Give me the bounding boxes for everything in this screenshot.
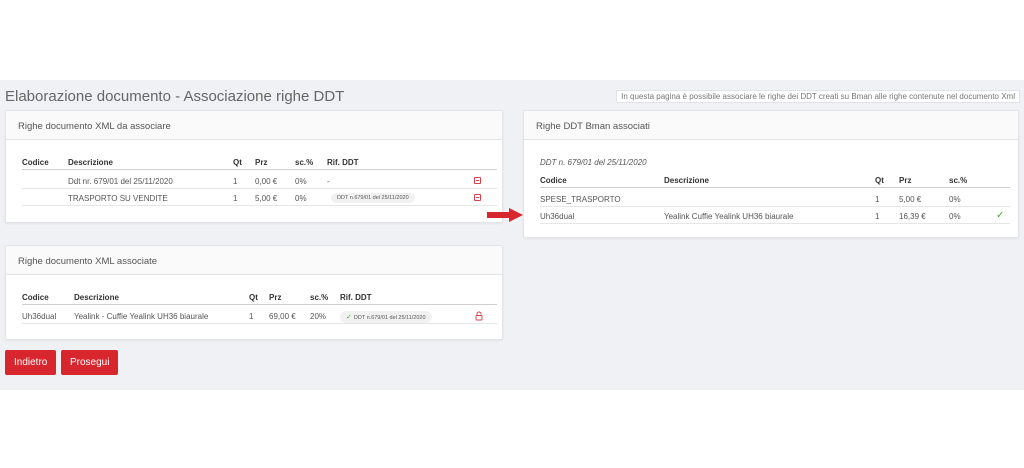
panel-ddt: Righe DDT Bman associati DDT n. 679/01 d… bbox=[523, 110, 1019, 238]
info-note: In questa pagina è possibile associare l… bbox=[616, 90, 1020, 103]
col-qt: Qt bbox=[249, 293, 258, 302]
cell-prz: 5,00 € bbox=[255, 194, 278, 203]
cell-sc: 0% bbox=[949, 195, 961, 204]
cell-codice: Uh36dual bbox=[540, 212, 575, 221]
cell-descrizione: Yealink Cuffie Yealink UH36 biaurale bbox=[664, 212, 794, 221]
table-row: Uh36dual Yealink - Cuffie Yealink UH36 b… bbox=[22, 309, 497, 324]
col-prz: Prz bbox=[269, 293, 282, 302]
cell-prz: 0,00 € bbox=[255, 177, 278, 186]
table-header: Codice Descrizione Qt Prz sc.% bbox=[540, 173, 1010, 188]
table-row[interactable]: Uh36dual Yealink Cuffie Yealink UH36 bia… bbox=[540, 209, 1010, 224]
unlink-icon[interactable] bbox=[474, 194, 481, 201]
table-to-associate: Codice Descrizione Qt Prz sc.% Rif. DDT … bbox=[22, 155, 497, 210]
ddt-ref-label: DDT n.679/01 del 25/11/2020 bbox=[353, 315, 426, 321]
col-descrizione: Descrizione bbox=[664, 176, 709, 185]
table-header: Codice Descrizione Qt Prz sc.% Rif. DDT bbox=[22, 290, 497, 305]
panel-to-associate: Righe documento XML da associare Codice … bbox=[5, 110, 503, 223]
cell-descrizione: TRASPORTO SU VENDITE bbox=[68, 194, 168, 203]
table-associated: Codice Descrizione Qt Prz sc.% Rif. DDT … bbox=[22, 290, 497, 330]
page-title: Elaborazione documento - Associazione ri… bbox=[5, 88, 345, 105]
cell-qt: 1 bbox=[875, 195, 880, 204]
col-sc: sc.% bbox=[295, 158, 314, 167]
cell-qt: 1 bbox=[249, 312, 254, 321]
cell-prz: 16,39 € bbox=[899, 212, 926, 221]
table-ddt: Codice Descrizione Qt Prz sc.% SPESE_TRA… bbox=[540, 173, 1010, 228]
cell-sc: 0% bbox=[949, 212, 961, 221]
panel-ddt-title: Righe DDT Bman associati bbox=[524, 111, 1018, 140]
col-sc: sc.% bbox=[949, 176, 968, 185]
association-arrow-icon bbox=[487, 208, 523, 222]
check-icon: ✓ bbox=[346, 314, 352, 321]
panel-to-associate-title: Righe documento XML da associare bbox=[6, 111, 502, 140]
col-codice: Codice bbox=[22, 158, 49, 167]
cell-qt: 1 bbox=[233, 177, 238, 186]
back-button[interactable]: Indietro bbox=[5, 350, 57, 375]
cell-qt: 1 bbox=[875, 212, 880, 221]
cell-prz: 69,00 € bbox=[269, 312, 296, 321]
col-qt: Qt bbox=[875, 176, 884, 185]
cell-qt: 1 bbox=[233, 194, 238, 203]
unlink-icon[interactable] bbox=[474, 177, 481, 184]
col-qt: Qt bbox=[233, 158, 242, 167]
cell-codice: SPESE_TRASPORTO bbox=[540, 195, 621, 204]
col-rif: Rif. DDT bbox=[327, 158, 359, 167]
col-sc: sc.% bbox=[310, 293, 329, 302]
col-rif: Rif. DDT bbox=[340, 293, 372, 302]
table-row[interactable]: SPESE_TRASPORTO 1 5,00 € 0% bbox=[540, 192, 1010, 207]
ddt-ref-badge: DDT n.679/01 del 25/11/2020 bbox=[331, 193, 415, 203]
col-prz: Prz bbox=[255, 158, 268, 167]
next-button[interactable]: Prosegui bbox=[61, 350, 119, 375]
table-row: TRASPORTO SU VENDITE 1 5,00 € 0% DDT n.6… bbox=[22, 191, 497, 206]
panel-associated: Righe documento XML associate Codice Des… bbox=[5, 245, 503, 340]
cell-rif: - bbox=[327, 177, 330, 186]
col-descrizione: Descrizione bbox=[74, 293, 119, 302]
col-codice: Codice bbox=[22, 293, 49, 302]
cell-descrizione: Yealink - Cuffie Yealink UH36 biaurale bbox=[74, 312, 209, 321]
ddt-subtitle: DDT n. 679/01 del 25/11/2020 bbox=[540, 158, 647, 167]
col-descrizione: Descrizione bbox=[68, 158, 113, 167]
ddt-ref-badge: ✓ DDT n.679/01 del 25/11/2020 bbox=[340, 311, 432, 323]
col-prz: Prz bbox=[899, 176, 912, 185]
cell-descrizione: Ddt nr. 679/01 del 25/11/2020 bbox=[68, 177, 173, 186]
cell-sc: 20% bbox=[310, 312, 327, 321]
panel-associated-title: Righe documento XML associate bbox=[6, 246, 502, 275]
col-codice: Codice bbox=[540, 176, 567, 185]
cell-codice: Uh36dual bbox=[22, 312, 57, 321]
table-row: Ddt nr. 679/01 del 25/11/2020 1 0,00 € 0… bbox=[22, 174, 497, 189]
table-header: Codice Descrizione Qt Prz sc.% Rif. DDT bbox=[22, 155, 497, 170]
unlock-icon[interactable] bbox=[474, 311, 484, 321]
cell-sc: 0% bbox=[295, 177, 307, 186]
cell-sc: 0% bbox=[295, 194, 307, 203]
check-icon: ✓ bbox=[996, 210, 1005, 221]
cell-prz: 5,00 € bbox=[899, 195, 922, 204]
